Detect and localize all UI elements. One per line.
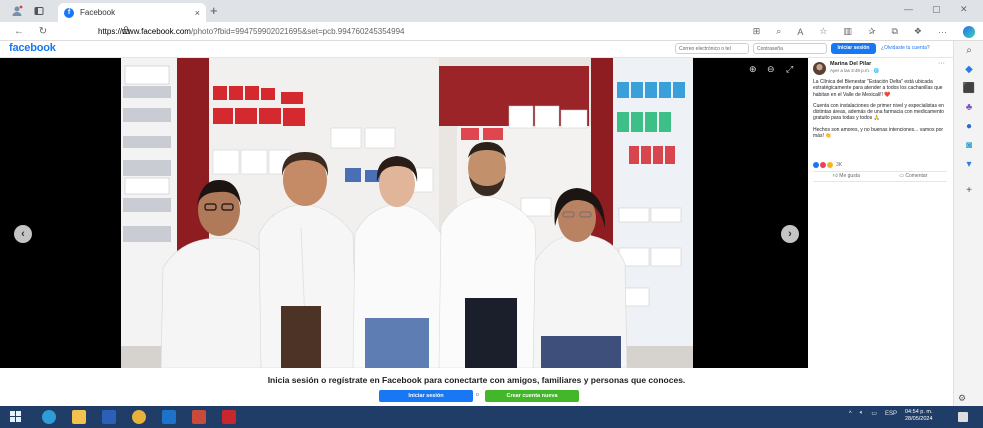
tab-title: Facebook xyxy=(80,8,116,17)
restore-button[interactable]: ▢ xyxy=(932,4,941,15)
edge-taskbar-icon[interactable] xyxy=(42,410,56,424)
browser-toolbar: ⊞ ⌕ A ☆ ▥ ✰ ⧉ ❖ ··· xyxy=(753,22,975,41)
sidebar-games-icon[interactable]: ♣ xyxy=(962,101,976,115)
comment-label: Comentar xyxy=(905,173,928,180)
sidebar-shopping-icon[interactable]: ◆ xyxy=(962,63,976,77)
close-window-button[interactable]: ✕ xyxy=(960,4,968,15)
pharmacy-group-photo xyxy=(121,58,693,368)
tab-actions-icon[interactable] xyxy=(28,0,50,22)
address-bar: ← ↻ https://www.facebook.com/photo?fbid=… xyxy=(0,22,983,41)
next-photo-button[interactable]: › xyxy=(781,225,799,243)
more-menu-icon[interactable]: ··· xyxy=(938,27,947,37)
browser-tab-strip: f Facebook × + — ▢ ✕ xyxy=(0,0,983,22)
url-text[interactable]: https://www.facebook.com/photo?fbid=9947… xyxy=(98,27,404,36)
profile-icon[interactable] xyxy=(6,0,28,22)
windows-start-icon[interactable] xyxy=(10,411,21,422)
zoom-out-icon[interactable]: ⊖ xyxy=(767,64,775,75)
forgot-account-link[interactable]: ¿Olvidaste tu cuenta? xyxy=(881,45,930,51)
like-button[interactable]: 👍︎ Me gusta xyxy=(833,173,860,179)
sidebar-search-icon[interactable]: ⌕ xyxy=(962,44,976,58)
tray-chevron-icon[interactable]: ^ xyxy=(849,411,852,417)
reaction-count: 3K xyxy=(836,162,843,168)
post-paragraph-1: La Clínica del Bienestar "Estación Delta… xyxy=(813,79,943,98)
copilot-icon[interactable] xyxy=(963,25,975,38)
back-icon[interactable]: ← xyxy=(8,26,30,37)
sidebar-outlook-icon[interactable]: ◙ xyxy=(962,139,976,153)
file-explorer-icon[interactable] xyxy=(72,410,86,424)
url-host: https://www.facebook.com xyxy=(98,27,191,36)
create-account-button[interactable]: Crear cuenta nueva xyxy=(485,390,579,402)
minimize-button[interactable]: — xyxy=(904,4,913,14)
comment-icon: ▭ xyxy=(899,173,904,180)
sidebar-drop-icon[interactable]: ▾ xyxy=(962,158,976,172)
login-prompt: Inicia sesión o regístrate en Facebook p… xyxy=(0,368,953,406)
previous-photo-button[interactable]: ‹ xyxy=(14,225,32,243)
login-prompt-message: Inicia sesión o regístrate en Facebook p… xyxy=(267,375,686,385)
header-login-button[interactable]: Iniciar sesión xyxy=(831,43,876,54)
more-options-icon[interactable]: ··· xyxy=(938,60,945,67)
clock-date: 28/05/2024 xyxy=(905,416,933,422)
comment-button[interactable]: ▭ Comentar xyxy=(899,173,927,179)
sidebar-tools-icon[interactable]: ⬛ xyxy=(962,82,976,96)
edge-sidebar: ⌕ ◆ ⬛ ♣ ● ◙ ▾ + xyxy=(953,41,983,406)
zoom-icon[interactable]: ⌕ xyxy=(776,26,781,37)
care-reaction-icon xyxy=(827,162,833,169)
like-label: Me gusta xyxy=(839,173,860,180)
url-path: /photo?fbid=994759902021695&set=pcb.9947… xyxy=(190,27,405,36)
language-indicator[interactable]: ESP xyxy=(885,411,897,417)
or-separator: o xyxy=(476,392,479,398)
post-paragraph-2: Cuenta con instalaciones de primer nivel… xyxy=(813,102,944,122)
taskbar: ^ 🔈︎ ▭ ESP 04:54 p. m. 28/05/2024 xyxy=(0,406,983,428)
word-icon[interactable] xyxy=(102,410,116,424)
prompt-login-button[interactable]: Iniciar sesión xyxy=(379,390,473,402)
sidebar-add-icon[interactable]: + xyxy=(962,184,976,198)
facebook-header: facebook Correo electrónico o tel Contra… xyxy=(0,41,953,58)
notification-icon[interactable] xyxy=(958,412,968,422)
clock-time: 04:54 p. m. xyxy=(905,409,933,415)
like-reaction-icon xyxy=(813,162,819,169)
pdf-reader-icon[interactable] xyxy=(222,410,236,424)
email-field[interactable]: Correo electrónico o tel xyxy=(675,43,749,54)
love-reaction-icon xyxy=(820,162,826,169)
facebook-logo[interactable]: facebook xyxy=(9,42,56,54)
post-date[interactable]: Ayer a las 3:49 p.m. · 🌐 xyxy=(830,68,880,74)
tab-facebook[interactable]: f Facebook × xyxy=(58,3,206,22)
screen: f Facebook × + — ▢ ✕ ← ↻ https://www.fac… xyxy=(0,0,983,428)
post-panel: Marina Del Pilar Ayer a las 3:49 p.m. · … xyxy=(808,58,953,368)
favorite-star-icon[interactable]: ☆ xyxy=(819,26,827,37)
read-aloud-icon[interactable]: A xyxy=(797,27,803,37)
password-field[interactable]: Contraseña xyxy=(753,43,827,54)
tab-close-icon[interactable]: × xyxy=(195,8,200,18)
chrome-icon[interactable] xyxy=(132,410,146,424)
photo-viewer: ‹ › ⊕ ⊖ ⤢ xyxy=(0,58,808,368)
new-tab-button[interactable]: + xyxy=(210,3,218,18)
post-author[interactable]: Marina Del Pilar xyxy=(830,61,871,67)
facebook-favicon-icon: f xyxy=(64,7,74,18)
post-actions: 👍︎ Me gusta ▭ Comentar xyxy=(813,171,947,182)
app-available-icon[interactable]: ⊞ xyxy=(753,26,761,37)
refresh-icon[interactable]: ↻ xyxy=(32,26,54,37)
zoom-in-icon[interactable]: ⊕ xyxy=(749,64,757,75)
system-tray: ^ 🔈︎ ▭ ESP xyxy=(849,410,897,417)
split-screen-icon[interactable]: ▥ xyxy=(843,26,852,37)
media-app-icon[interactable] xyxy=(192,410,206,424)
thumbs-up-icon: 👍︎ xyxy=(832,173,838,180)
post-body: La Clínica del Bienestar "Estación Delta… xyxy=(813,79,947,144)
favorites-icon[interactable]: ✰ xyxy=(868,26,876,37)
reactions-summary[interactable]: 3K xyxy=(813,162,843,169)
sidebar-office-icon[interactable]: ● xyxy=(962,120,976,134)
avatar[interactable] xyxy=(813,62,826,75)
extensions-icon[interactable]: ❖ xyxy=(914,26,922,37)
settings-gear-icon[interactable]: ⚙ xyxy=(958,393,966,404)
outlook-icon[interactable] xyxy=(162,410,176,424)
post-paragraph-3: Hechos son amores, y no buenas intencion… xyxy=(813,126,944,140)
volume-icon[interactable]: 🔈︎ xyxy=(860,410,864,417)
fullscreen-icon[interactable]: ⤢ xyxy=(786,64,793,75)
network-icon[interactable]: ▭ xyxy=(871,410,877,417)
collections-icon[interactable]: ⧉ xyxy=(891,26,897,37)
photo-illustration xyxy=(121,58,693,368)
clock[interactable]: 04:54 p. m. 28/05/2024 xyxy=(905,409,933,423)
